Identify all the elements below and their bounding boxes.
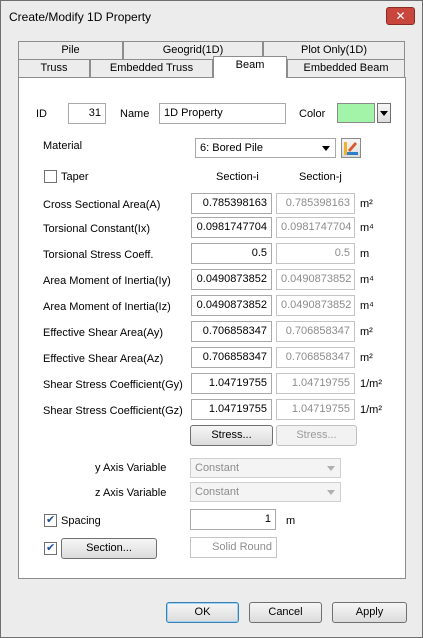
tab-embedded-truss[interactable]: Embedded Truss	[90, 59, 213, 77]
property-j-input: 0.0490873852	[276, 269, 355, 290]
property-label: Shear Stress Coefficient(Gz)	[43, 405, 183, 417]
property-unit: m⁴	[360, 222, 374, 234]
z-axis-label: z Axis Variable	[95, 487, 167, 499]
tab-beam[interactable]: Beam	[213, 56, 287, 78]
section-j-header: Section-j	[299, 171, 342, 183]
property-label: Area Moment of Inertia(Iy)	[43, 275, 171, 287]
title-bar: Create/Modify 1D Property ✕	[1, 1, 422, 30]
property-j-input: 1.04719755	[276, 399, 355, 420]
window-title: Create/Modify 1D Property	[9, 10, 152, 24]
section-checkbox[interactable]	[44, 541, 57, 555]
section-shape-field: Solid Round	[190, 537, 277, 558]
property-unit: m	[360, 248, 370, 260]
property-i-input[interactable]: 1.04719755	[191, 399, 272, 420]
taper-label: Taper	[61, 171, 89, 183]
spacing-unit: m	[286, 515, 296, 527]
property-unit: m²	[360, 198, 373, 210]
id-input[interactable]: 31	[68, 103, 106, 124]
spacing-checkbox[interactable]	[44, 513, 57, 527]
section-button[interactable]: Section...	[61, 538, 157, 559]
dialog-window: Create/Modify 1D Property ✕ Pile Geogrid…	[0, 0, 423, 638]
property-i-input[interactable]: 0.706858347	[191, 321, 272, 342]
stress-i-button[interactable]: Stress...	[190, 425, 273, 446]
material-label: Material	[43, 140, 83, 152]
y-axis-value: Constant	[195, 462, 240, 474]
z-axis-select: Constant	[190, 482, 341, 502]
color-swatch[interactable]	[337, 103, 375, 123]
spacing-input[interactable]: 1	[190, 509, 276, 530]
property-j-input: 1.04719755	[276, 373, 355, 394]
color-dropdown-button[interactable]	[377, 103, 391, 123]
stress-j-button: Stress...	[276, 425, 357, 446]
property-i-input[interactable]: 1.04719755	[191, 373, 272, 394]
property-label: Torsional Constant(Ix)	[43, 223, 150, 235]
material-select[interactable]: 6: Bored Pile	[195, 138, 336, 158]
property-i-input[interactable]: 0.785398163	[191, 193, 272, 214]
property-unit: m²	[360, 352, 373, 364]
property-unit: m⁴	[360, 300, 374, 312]
property-unit: m⁴	[360, 274, 374, 286]
spacing-label: Spacing	[61, 515, 101, 527]
property-i-input[interactable]: 0.0490873852	[191, 269, 272, 290]
chevron-down-icon	[327, 466, 335, 471]
property-i-input[interactable]: 0.0490873852	[191, 295, 272, 316]
property-label: Area Moment of Inertia(Iz)	[43, 301, 171, 313]
property-label: Shear Stress Coefficient(Gy)	[43, 379, 183, 391]
close-button[interactable]: ✕	[386, 7, 415, 25]
name-label: Name	[120, 108, 150, 120]
property-label: Effective Shear Area(Ay)	[43, 327, 164, 339]
tab-pile[interactable]: Pile	[18, 41, 123, 59]
property-j-input: 0.706858347	[276, 321, 355, 342]
material-selected: 6: Bored Pile	[200, 142, 263, 154]
property-j-input: 0.0490873852	[276, 295, 355, 316]
close-icon: ✕	[395, 9, 406, 23]
property-label: Effective Shear Area(Az)	[43, 353, 164, 365]
material-edit-button[interactable]	[341, 138, 361, 158]
property-j-input: 0.785398163	[276, 193, 355, 214]
material-edit-icon	[344, 142, 358, 155]
tab-embedded-beam[interactable]: Embedded Beam	[287, 59, 405, 77]
taper-checkbox[interactable]	[44, 170, 57, 183]
property-unit: m²	[360, 326, 373, 338]
property-label: Cross Sectional Area(A)	[43, 199, 161, 211]
y-axis-label: y Axis Variable	[95, 462, 167, 474]
id-label: ID	[36, 108, 47, 120]
property-i-input[interactable]: 0.706858347	[191, 347, 272, 368]
color-label: Color	[299, 108, 326, 120]
apply-button[interactable]: Apply	[332, 602, 407, 623]
property-i-input[interactable]: 0.5	[191, 243, 272, 264]
chevron-down-icon	[327, 490, 335, 495]
y-axis-select: Constant	[190, 458, 341, 478]
name-input[interactable]: 1D Property	[159, 103, 286, 124]
section-i-header: Section-i	[216, 171, 259, 183]
tab-truss[interactable]: Truss	[18, 59, 90, 77]
property-j-input: 0.5	[276, 243, 355, 264]
chevron-down-icon	[322, 146, 330, 151]
property-label: Torsional Stress Coeff.	[43, 249, 154, 261]
property-unit: 1/m²	[360, 378, 382, 390]
chevron-down-icon	[380, 111, 388, 116]
property-unit: 1/m²	[360, 404, 382, 416]
beam-panel: ID 31 Name 1D Property Color Material 6:…	[18, 77, 406, 579]
z-axis-value: Constant	[195, 486, 240, 498]
property-j-input: 0.0981747704	[276, 217, 355, 238]
property-j-input: 0.706858347	[276, 347, 355, 368]
property-i-input[interactable]: 0.0981747704	[191, 217, 272, 238]
cancel-button[interactable]: Cancel	[249, 602, 322, 623]
ok-button[interactable]: OK	[166, 602, 239, 623]
